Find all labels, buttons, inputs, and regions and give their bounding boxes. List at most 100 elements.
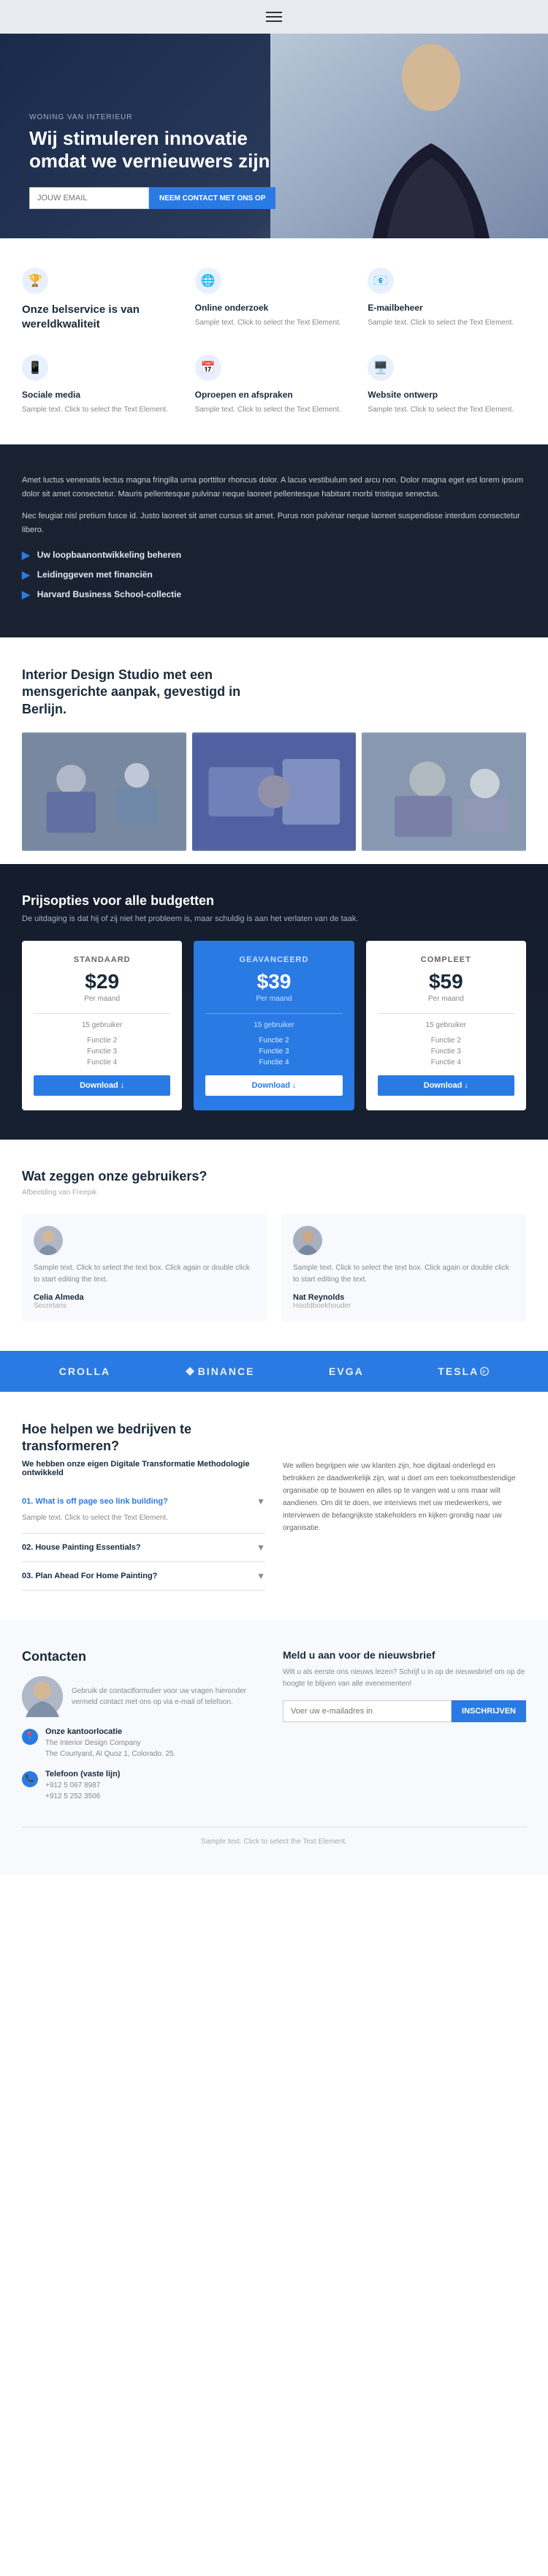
testimonials-section: Wat zeggen onze gebruikers? Afbeelding v…: [0, 1140, 548, 1351]
contact-left: Contacten Gebruik de contactformulier vo…: [22, 1649, 265, 1812]
studio-image-1: [22, 732, 186, 851]
testimonial-card-0: Sample text. Click to select the text bo…: [22, 1214, 267, 1322]
pricing-download-btn-0[interactable]: Download ↓: [34, 1075, 170, 1096]
pricing-download-btn-1[interactable]: Download ↓: [205, 1075, 342, 1096]
service-item-0: 🌐 Online onderzoek Sample text. Click to…: [195, 268, 354, 337]
testimonial-text-0: Sample text. Click to select the text bo…: [34, 1262, 255, 1286]
pricing-feature-0-3: Functie 4: [34, 1058, 170, 1067]
faq-item-2: 03. Plan Ahead For Home Painting? ▼: [22, 1562, 265, 1591]
service-item-4: 🖥️ Website ontwerp Sample text. Click to…: [368, 355, 526, 415]
pricing-feature-1-1: Functie 2: [205, 1037, 342, 1045]
arrow-icon-1: ▶: [22, 569, 30, 581]
hero-cta-button[interactable]: NEEM CONTACT MET ONS OP: [149, 187, 275, 209]
testimonial-avatar-1: [293, 1226, 322, 1255]
faq-answer-0: Sample text. Click to select the Text El…: [22, 1512, 265, 1524]
faq-question-0[interactable]: 01. What is off page seo link building? …: [22, 1496, 265, 1507]
faq-intro: We hebben onze eigen Digitale Transforma…: [22, 1460, 265, 1477]
pricing-price-0: $29: [34, 970, 170, 993]
contact-avatar-area: Gebruik de contactformulier voor uw vrag…: [22, 1676, 265, 1717]
contact-location-text: Onze kantoorlocatie The Interior Design …: [45, 1727, 175, 1759]
testimonials-grid: Sample text. Click to select the text bo…: [22, 1214, 526, 1322]
logo-evga: EVGA: [329, 1365, 364, 1377]
arrow-icon-2: ▶: [22, 588, 30, 601]
pricing-plan-0: Standaard: [34, 955, 170, 964]
pricing-heading: Prijsopties voor alle budgetten: [22, 893, 526, 909]
faq-chevron-2: ▼: [256, 1571, 265, 1581]
dark-list-item-0: ▶ Uw loopbaanontwikkeling beheren: [22, 549, 526, 561]
pricing-users-2: 15 gebruiker: [378, 1021, 514, 1029]
newsletter-email-input[interactable]: [283, 1700, 452, 1722]
hero-form: NEEM CONTACT MET ONS OP: [29, 187, 263, 209]
pricing-plan-2: Compleet: [378, 955, 514, 964]
faq-item-0: 01. What is off page seo link building? …: [22, 1488, 265, 1534]
faq-question-2[interactable]: 03. Plan Ahead For Home Painting? ▼: [22, 1571, 265, 1581]
hero-heading: Wij stimuleren innovatie omdat we vernie…: [29, 127, 278, 173]
testimonial-role-0: Secretaris: [34, 1302, 255, 1310]
service-icon-2: 📱: [22, 355, 48, 381]
contact-location: 📍 Onze kantoorlocatie The Interior Desig…: [22, 1727, 265, 1759]
logos-section: CROLLA BINANCE EVGA TESLA ®: [0, 1351, 548, 1392]
testimonial-card-1: Sample text. Click to select the text bo…: [281, 1214, 526, 1322]
service-icon-3: 📅: [195, 355, 221, 381]
pricing-card-0: Standaard $29 Per maand 15 gebruiker Fun…: [22, 941, 182, 1110]
dark-para2: Nec feugiat nisl pretium fusce id. Justo…: [22, 509, 526, 537]
pricing-card-1: Geavanceerd $39 Per maand 15 gebruiker F…: [194, 941, 354, 1110]
faq-question-1[interactable]: 02. House Painting Essentials? ▼: [22, 1542, 265, 1553]
testimonial-name-1: Nat Reynolds: [293, 1293, 514, 1302]
newsletter-desc: Wilt u als eerste ons nieuws lezen? Schr…: [283, 1667, 526, 1690]
newsletter-subscribe-btn[interactable]: INSCHRIJVEN: [452, 1700, 526, 1722]
contact-phone: 📞 Telefoon (vaste lijn) +912 5 067 8987 …: [22, 1770, 265, 1802]
service-item-3: 📅 Oproepen en afspraken Sample text. Cli…: [195, 355, 354, 415]
testimonial-role-1: Hoofdboekhouder: [293, 1302, 514, 1310]
logo-tesla: TESLA ®: [438, 1365, 489, 1377]
pricing-users-1: 15 gebruiker: [205, 1021, 342, 1029]
pricing-section: Prijsopties voor alle budgetten De uitda…: [0, 864, 548, 1140]
testimonial-name-0: Celia Almeda: [34, 1293, 255, 1302]
pricing-feature-2-2: Functie 3: [378, 1048, 514, 1056]
contact-phone-line0: +912 5 067 8987: [45, 1780, 120, 1791]
newsletter-title: Meld u aan voor de nieuwsbrief: [283, 1649, 526, 1661]
pricing-feature-1-3: Functie 4: [205, 1058, 342, 1067]
service-item-main: 🏆 Onze belservice is van wereldkwaliteit: [22, 268, 180, 337]
contact-phone-line1: +912 5 252 3506: [45, 1791, 120, 1802]
service-icon-main: 🏆: [22, 268, 48, 294]
pricing-download-btn-2[interactable]: Download ↓: [378, 1075, 514, 1096]
faq-questions: We hebben onze eigen Digitale Transforma…: [22, 1460, 265, 1591]
contact-footer: Contacten Gebruik de contactformulier vo…: [0, 1620, 548, 1875]
contact-avatar: [22, 1676, 63, 1717]
location-icon: 📍: [22, 1729, 38, 1745]
hamburger-menu[interactable]: [263, 9, 285, 25]
faq-section: Hoe helpen we bedrijven te transformeren…: [0, 1392, 548, 1620]
service-desc-1: Sample text. Click to select the Text El…: [368, 317, 526, 328]
faq-item-1: 02. House Painting Essentials? ▼: [22, 1534, 265, 1562]
faq-chevron-0: ▼: [256, 1496, 265, 1507]
pricing-feature-2-1: Functie 2: [378, 1037, 514, 1045]
service-desc-4: Sample text. Click to select the Text El…: [368, 404, 526, 415]
dark-list: ▶ Uw loopbaanontwikkeling beheren ▶ Leid…: [22, 549, 526, 601]
faq-heading: Hoe helpen we bedrijven te transformeren…: [22, 1421, 227, 1455]
pricing-card-2: Compleet $59 Per maand 15 gebruiker Func…: [366, 941, 526, 1110]
contact-phone-text: Telefoon (vaste lijn) +912 5 067 8987 +9…: [45, 1770, 120, 1802]
testimonial-avatar-0: [34, 1226, 63, 1255]
service-title-4: Website ontwerp: [368, 390, 526, 400]
dark-list-item-2: ▶ Harvard Business School-collectie: [22, 588, 526, 601]
testimonials-heading: Wat zeggen onze gebruikers?: [22, 1169, 526, 1184]
hero-image: [270, 34, 548, 238]
contact-location-line1: The Courtyard, Al Quoz 1, Colorado. 25.: [45, 1749, 175, 1759]
faq-grid: We hebben onze eigen Digitale Transforma…: [22, 1460, 526, 1591]
service-item-2: 📱 Sociale media Sample text. Click to se…: [22, 355, 180, 415]
testimonial-text-1: Sample text. Click to select the text bo…: [293, 1262, 514, 1286]
studio-section: Interior Design Studio met een mensgeric…: [0, 637, 548, 864]
service-icon-4: 🖥️: [368, 355, 394, 381]
studio-heading: Interior Design Studio met een mensgeric…: [22, 667, 241, 718]
logo-binance: BINANCE: [185, 1365, 255, 1377]
service-main-title: Onze belservice is van wereldkwaliteit: [22, 303, 180, 331]
studio-images: [22, 732, 526, 835]
pricing-period-2: Per maand: [378, 995, 514, 1003]
dark-section: Amet luctus venenatis lectus magna fring…: [0, 444, 548, 637]
service-title-0: Online onderzoek: [195, 303, 354, 313]
pricing-subtitle: De uitdaging is dat hij of zij niet het …: [22, 914, 387, 923]
hero-email-input[interactable]: [29, 187, 149, 209]
service-icon-1: 📧: [368, 268, 394, 294]
studio-image-3: [362, 732, 526, 851]
